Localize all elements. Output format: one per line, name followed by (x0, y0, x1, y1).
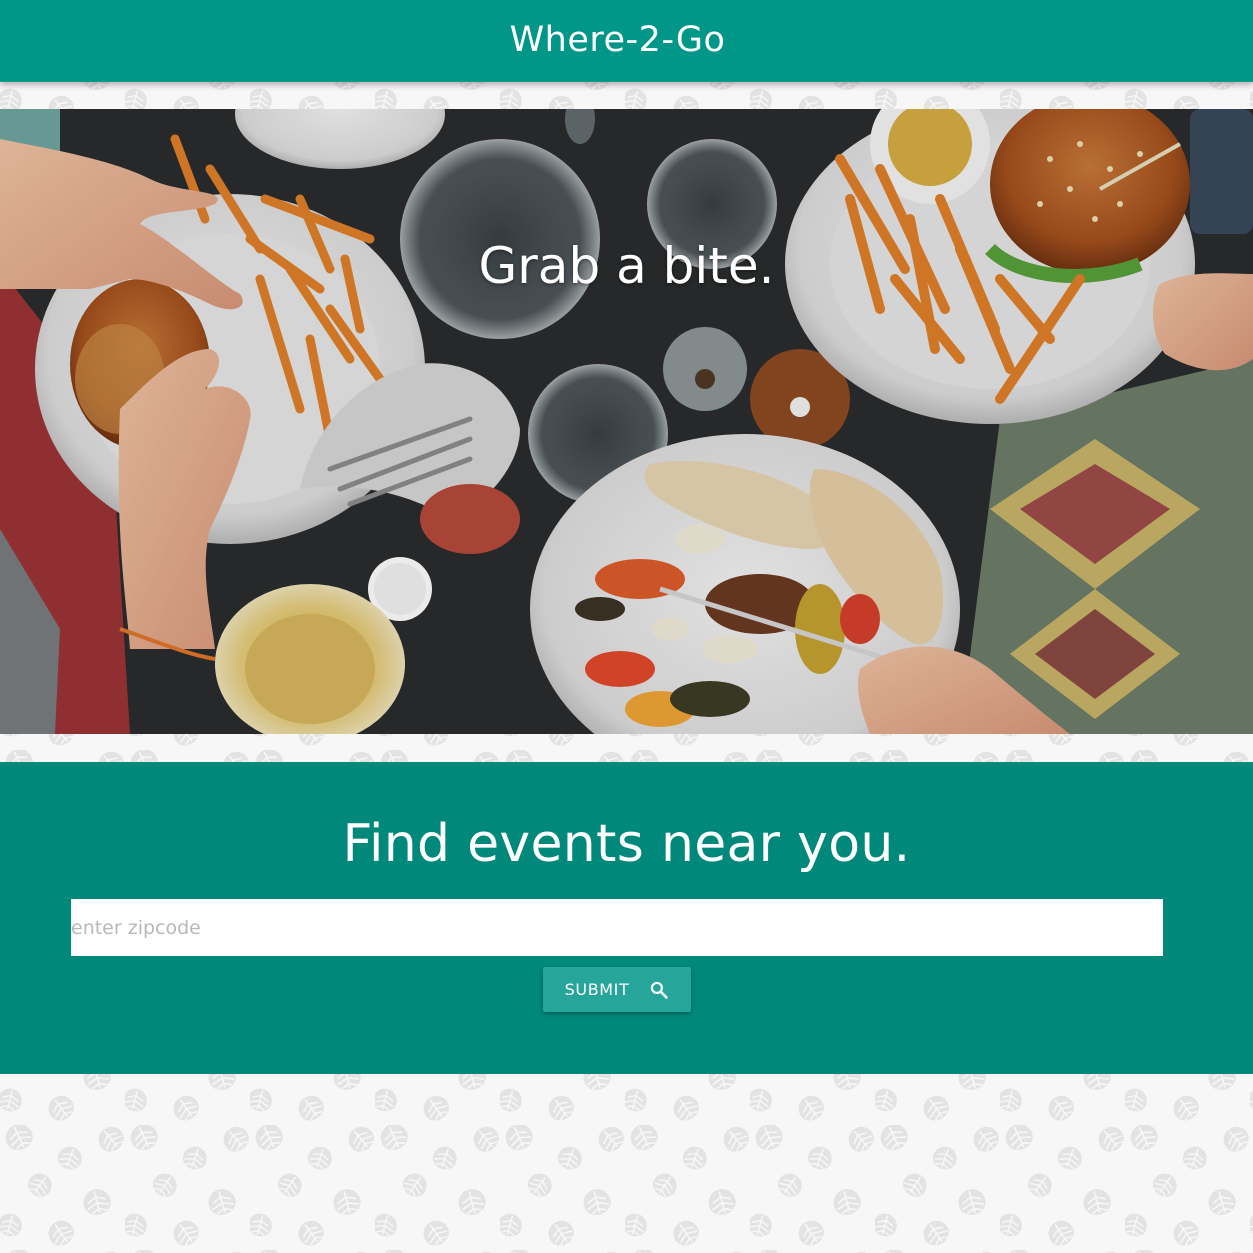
top-navbar: Where-2-Go (0, 0, 1253, 82)
brand-logo-link[interactable]: Where-2-Go (510, 20, 726, 60)
hero-food-image (0, 109, 1253, 734)
hero-banner: Grab a bite. (0, 109, 1253, 734)
hero-title: Grab a bite. (478, 237, 775, 295)
event-search-section: Find events near you. SUBMIT (0, 762, 1253, 1074)
search-heading: Find events near you. (342, 814, 911, 874)
submit-button[interactable]: SUBMIT (543, 967, 691, 1012)
zipcode-input[interactable] (71, 899, 1163, 956)
search-icon (649, 980, 669, 1000)
submit-button-label: SUBMIT (564, 980, 630, 999)
